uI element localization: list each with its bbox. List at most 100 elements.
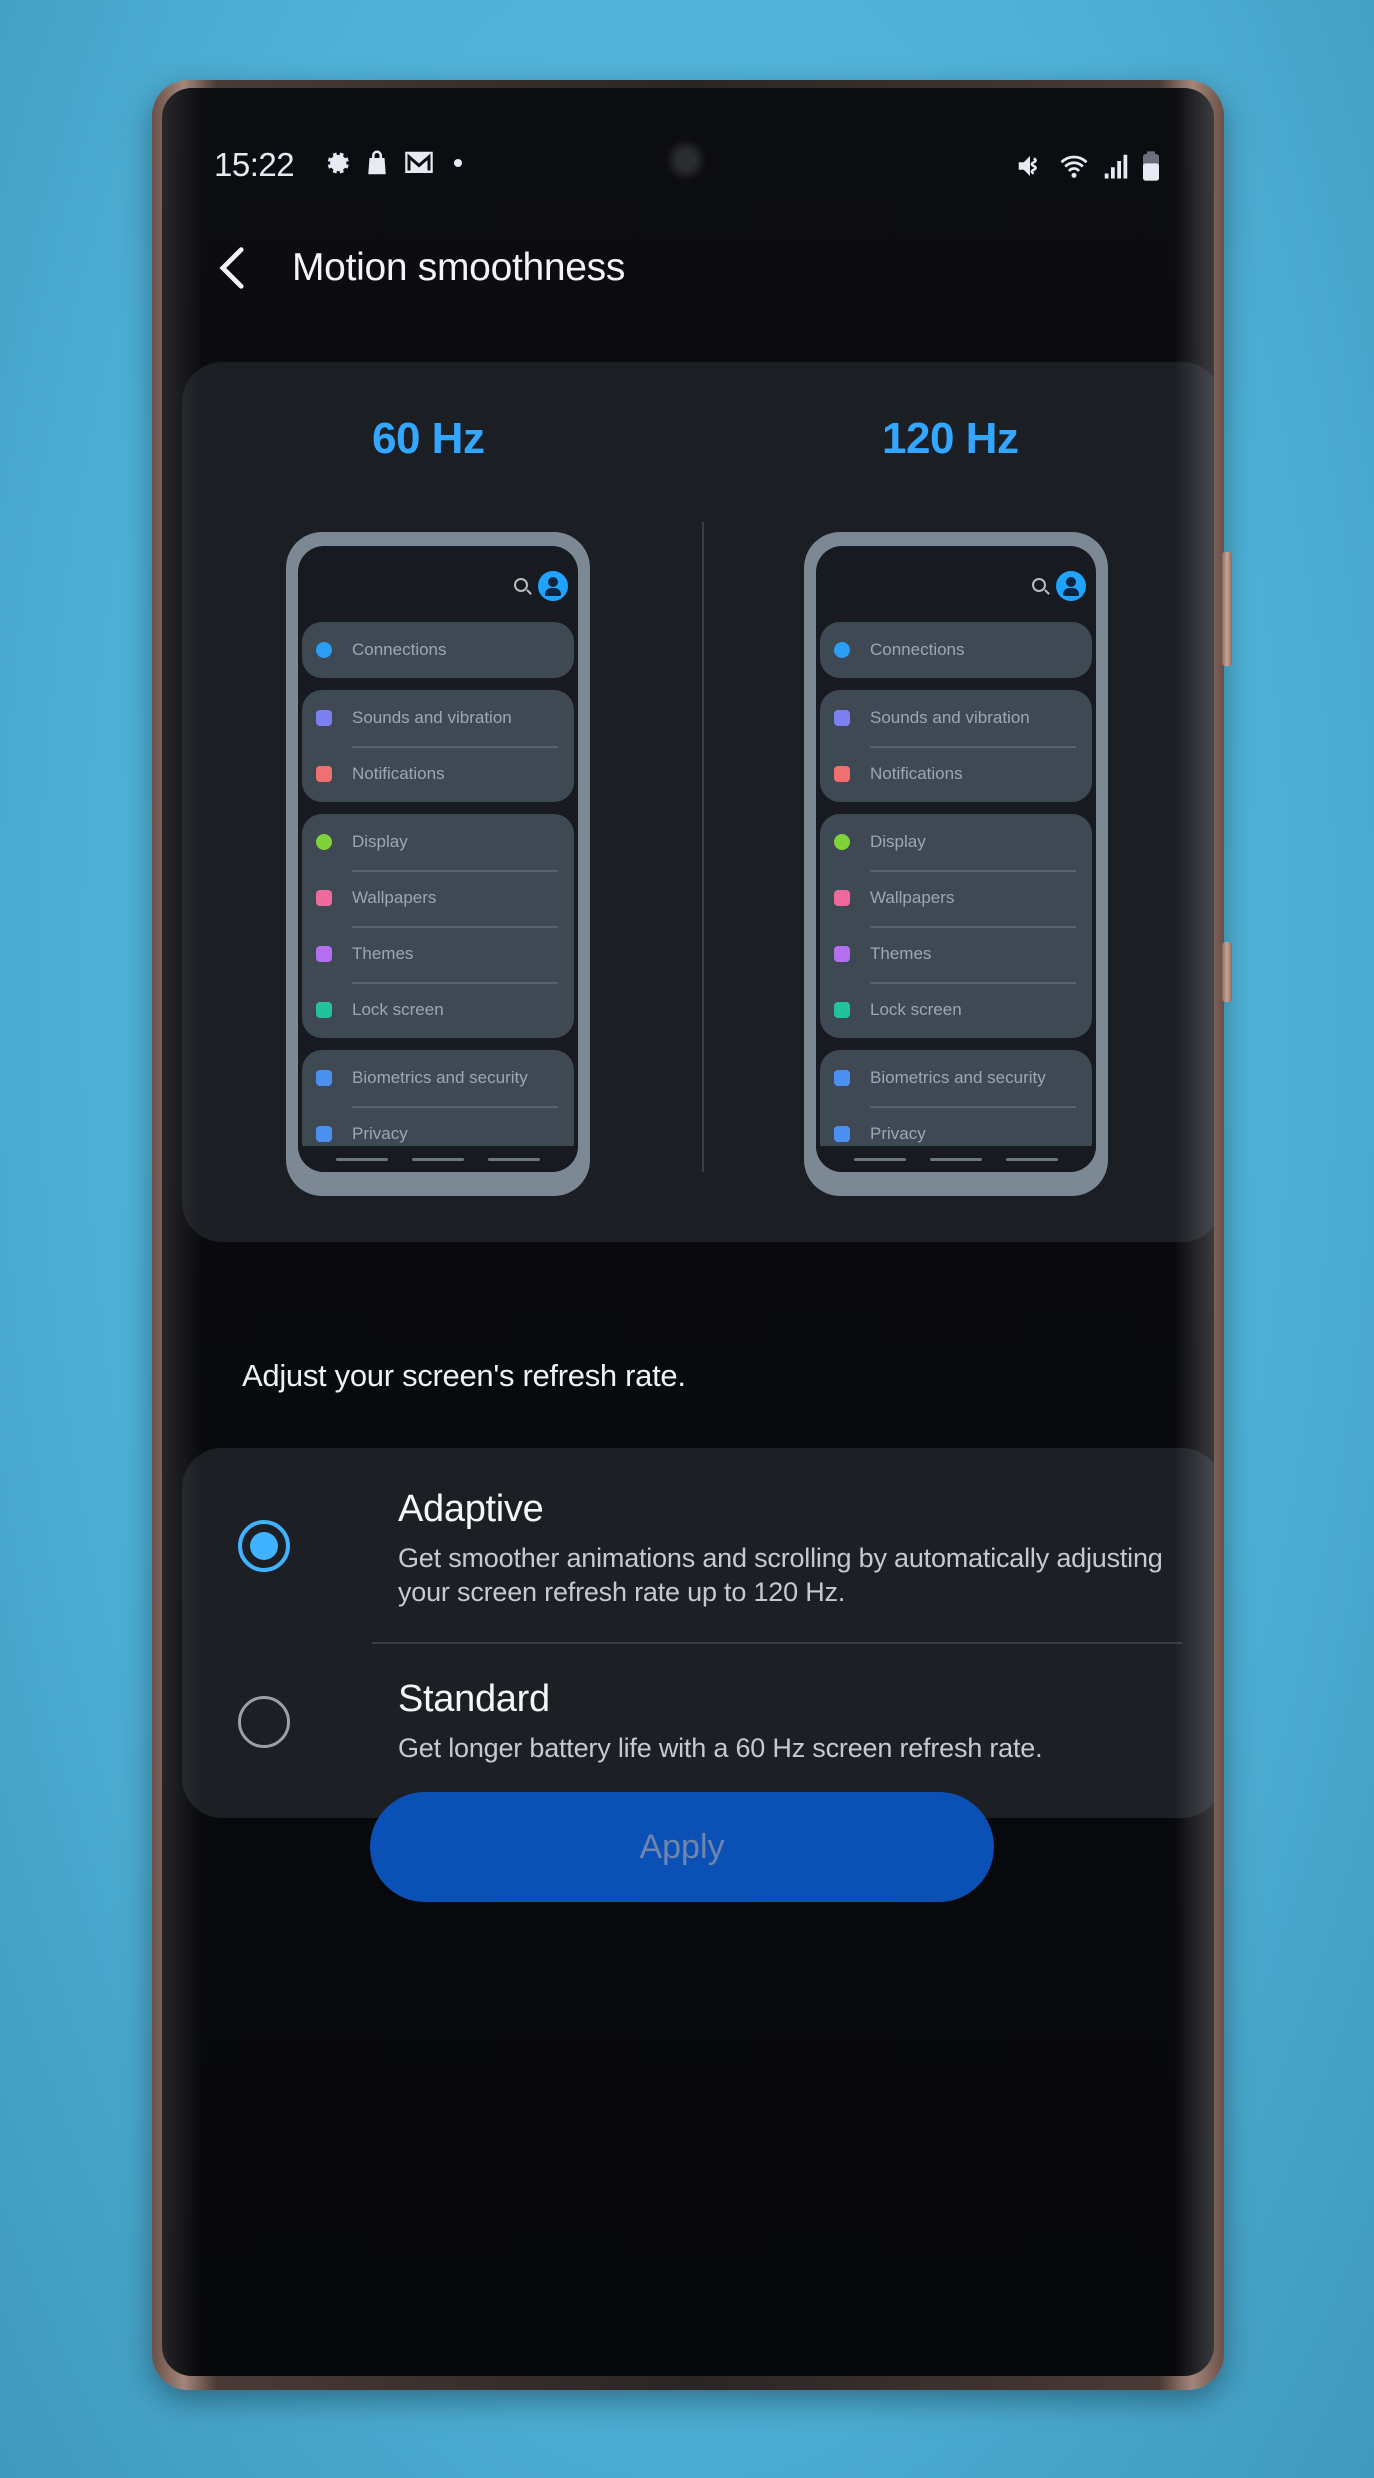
sun-icon	[834, 834, 850, 850]
refresh-rate-options: Adaptive Get smoother animations and scr…	[182, 1448, 1214, 1818]
preview-settings-label: Display	[352, 832, 408, 851]
avatar-icon	[1056, 571, 1086, 601]
refresh-rate-preview: 60 Hz 120 Hz Connections Sounds and vibra…	[182, 362, 1214, 1242]
description-text: Adjust your screen's refresh rate.	[242, 1358, 686, 1393]
lock-screen-icon	[834, 1002, 850, 1018]
search-icon	[514, 578, 528, 592]
brush-icon	[834, 946, 850, 962]
preview-nav-bar	[298, 1146, 578, 1172]
option-standard-description: Get longer battery life with a 60 Hz scr…	[398, 1733, 1043, 1763]
notification-icon	[316, 766, 332, 782]
apply-button[interactable]: Apply	[370, 1792, 994, 1902]
wifi-icon	[1060, 155, 1088, 178]
nav-handle	[488, 1157, 540, 1161]
nav-handle	[336, 1157, 388, 1161]
preview-header	[298, 546, 578, 622]
preview-settings-label: Privacy	[870, 1124, 926, 1143]
privacy-icon	[834, 1126, 850, 1142]
shopping-bag-icon	[368, 150, 386, 175]
notification-icon	[834, 766, 850, 782]
preview-nav-bar	[816, 1146, 1096, 1172]
nav-handle	[854, 1157, 906, 1161]
preview-settings-label: Connections	[870, 640, 965, 659]
status-time: 15:22	[214, 146, 295, 183]
wallpaper-icon	[834, 890, 850, 906]
app-bar: Motion smoothness	[202, 228, 625, 308]
option-adaptive-title: Adaptive	[398, 1488, 544, 1530]
nav-handle	[412, 1157, 464, 1161]
wallpaper-icon	[316, 890, 332, 906]
wifi-icon	[316, 642, 332, 658]
preview-settings-item: Notifications	[302, 746, 574, 802]
preview-settings-label: Notifications	[352, 764, 445, 783]
preview-settings-item: Themes	[302, 926, 574, 982]
sun-icon	[316, 834, 332, 850]
phone-screen: 15:22 Motion smoothness 60 Hz 120 Hz Con…	[162, 88, 1214, 2376]
preview-settings-label: Themes	[352, 944, 414, 963]
speaker-icon	[316, 710, 332, 726]
preview-settings-label: Lock screen	[870, 1000, 962, 1019]
preview-settings-item: Lock screen	[302, 982, 574, 1038]
preview-label-120hz: 120 Hz	[882, 414, 1019, 463]
gear-icon	[327, 152, 349, 174]
preview-settings-label: Wallpapers	[352, 888, 437, 907]
preview-phone-60hz: Connections Sounds and vibration Notificat…	[286, 532, 590, 1196]
signal-icon	[1104, 154, 1128, 179]
preview-settings-label: Lock screen	[352, 1000, 444, 1019]
option-adaptive[interactable]: Adaptive Get smoother animations and scr…	[182, 1448, 1214, 1644]
lock-screen-icon	[316, 1002, 332, 1018]
preview-settings-item: Biometrics and security	[302, 1050, 574, 1106]
preview-settings-label: Themes	[870, 944, 932, 963]
status-bar: 15:22	[214, 146, 1162, 186]
preview-settings-group: Display Wallpapers Themes Lock screen	[302, 814, 574, 1038]
preview-settings-label: Display	[870, 832, 926, 851]
power-button	[1222, 942, 1232, 1002]
option-standard-title: Standard	[398, 1678, 550, 1720]
back-button[interactable]	[202, 238, 262, 298]
preview-header	[816, 546, 1096, 622]
chevron-left-icon	[219, 247, 244, 289]
preview-settings-group: Sounds and vibration Notifications	[302, 690, 574, 802]
avatar-icon	[538, 571, 568, 601]
dot-icon	[454, 159, 462, 167]
mute-icon	[1018, 156, 1037, 176]
preview-settings-item: Wallpapers	[820, 870, 1092, 926]
shield-icon	[316, 1070, 332, 1086]
preview-settings-group: Sounds and vibration Notifications	[820, 690, 1092, 802]
gmail-icon	[405, 151, 433, 173]
preview-settings-group: Connections	[302, 622, 574, 678]
shield-icon	[834, 1070, 850, 1086]
speaker-icon	[834, 710, 850, 726]
apply-button-label: Apply	[639, 1827, 725, 1866]
preview-settings-item: Notifications	[820, 746, 1092, 802]
preview-settings-group: Connections	[820, 622, 1092, 678]
radio-standard[interactable]	[238, 1696, 290, 1748]
brush-icon	[316, 946, 332, 962]
preview-settings-label: Notifications	[870, 764, 963, 783]
preview-settings-label: Connections	[352, 640, 447, 659]
preview-screen: Connections Sounds and vibration Notificat…	[298, 546, 578, 1172]
preview-settings-item: Lock screen	[820, 982, 1092, 1038]
radio-adaptive[interactable]	[238, 1520, 290, 1572]
preview-settings-item: Wallpapers	[302, 870, 574, 926]
search-icon	[1032, 578, 1046, 592]
preview-settings-label: Wallpapers	[870, 888, 955, 907]
preview-settings-item: Sounds and vibration	[820, 690, 1092, 746]
preview-settings-item: Sounds and vibration	[302, 690, 574, 746]
wifi-icon	[834, 642, 850, 658]
volume-button	[1222, 552, 1232, 666]
nav-handle	[930, 1157, 982, 1161]
preview-settings-item: Connections	[302, 622, 574, 678]
preview-settings-item: Display	[820, 814, 1092, 870]
preview-settings-label: Biometrics and security	[870, 1068, 1046, 1087]
option-adaptive-description: Get smoother animations and scrolling by…	[398, 1543, 1163, 1607]
preview-settings-label: Biometrics and security	[352, 1068, 528, 1087]
phone-device: 15:22 Motion smoothness 60 Hz 120 Hz Con…	[152, 80, 1232, 2390]
preview-divider	[702, 522, 704, 1172]
preview-settings-label: Sounds and vibration	[352, 708, 512, 727]
nav-handle	[1006, 1157, 1058, 1161]
preview-settings-item: Themes	[820, 926, 1092, 982]
preview-phone-120hz: Connections Sounds and vibration Notificat…	[804, 532, 1108, 1196]
preview-label-60hz: 60 Hz	[372, 414, 485, 463]
preview-settings-label: Privacy	[352, 1124, 408, 1143]
